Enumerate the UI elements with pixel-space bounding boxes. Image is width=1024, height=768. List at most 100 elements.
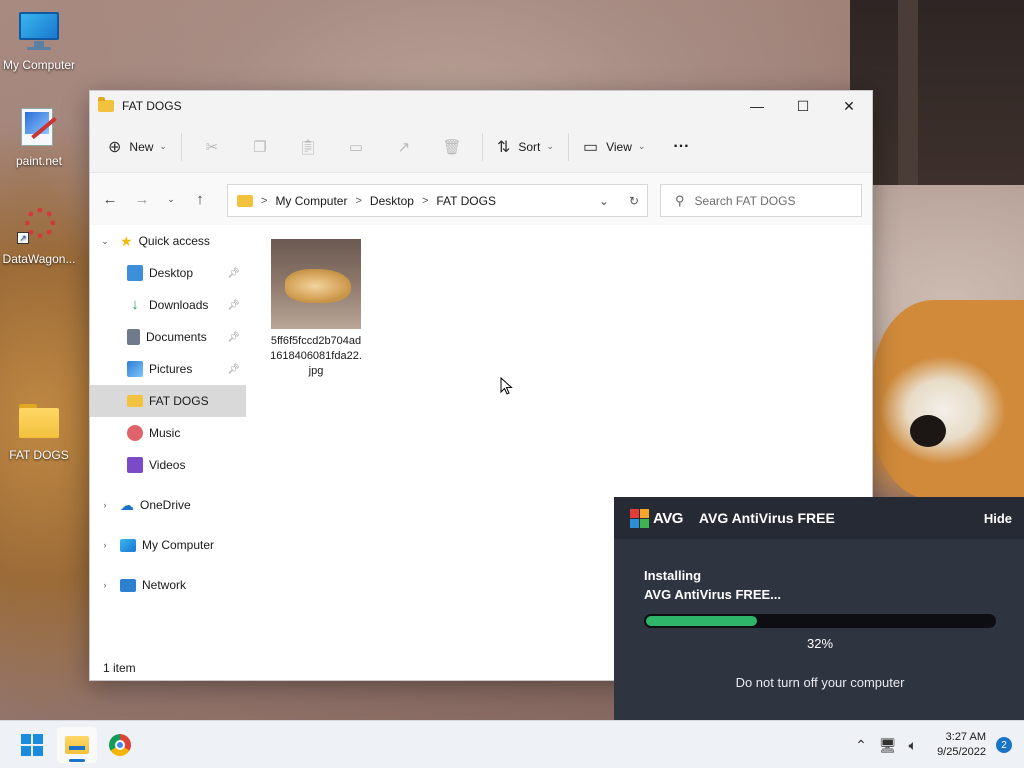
taskbar-chrome[interactable] [100, 727, 140, 763]
network-icon[interactable]: 🖥︎ [879, 737, 897, 754]
chevron-down-icon: ⌄ [159, 141, 167, 151]
chrome-icon [109, 734, 131, 756]
chevron-down-icon: ⌄ [637, 141, 646, 151]
search-box[interactable]: ⚲ Search FAT DOGS [660, 184, 862, 217]
divider [567, 132, 569, 161]
nav-item-pictures[interactable]: Pictures 📌︎ [90, 353, 246, 385]
avg-brand: AVG [653, 509, 683, 527]
nav-label: Network [142, 578, 187, 592]
recent-locations-chevron-icon[interactable]: ⌄ [158, 183, 184, 215]
cut-icon[interactable]: ✂ [188, 131, 236, 163]
image-thumbnail [271, 239, 361, 329]
breadcrumb-separator: > [421, 194, 429, 207]
nav-item-downloads[interactable]: ↓ Downloads 📌︎ [90, 289, 246, 321]
desktop-icon-paint-net[interactable]: paint.net [0, 106, 78, 168]
breadcrumb-desktop[interactable]: Desktop [370, 194, 414, 208]
refresh-icon[interactable]: ↻ [629, 194, 639, 208]
file-item[interactable]: 5ff6f5fccd2b704ad1618406081fda22.jpg [269, 239, 363, 379]
breadcrumb-my-computer[interactable]: My Computer [275, 194, 347, 208]
view-button[interactable]: ▭ View ⌄ [575, 131, 653, 163]
status-item-count: 1 item [103, 661, 136, 675]
clock[interactable]: 3:27 AM 9/25/2022 [937, 730, 986, 760]
video-icon [127, 457, 143, 473]
nav-my-computer[interactable]: › My Computer [90, 529, 246, 561]
nav-label: Quick access [138, 234, 210, 248]
progress-percent: 32% [806, 636, 834, 651]
chevron-right-icon[interactable]: › [98, 500, 112, 510]
rename-icon[interactable]: ▭ [332, 131, 380, 163]
nav-onedrive[interactable]: › ☁ OneDrive [90, 489, 246, 521]
folder-icon [17, 400, 61, 444]
paste-icon[interactable]: 📋︎ [284, 131, 332, 163]
nav-label: FAT DOGS [149, 394, 209, 408]
title-bar[interactable]: FAT DOGS — ☐ ✕ [90, 91, 872, 121]
nav-item-music[interactable]: Music [90, 417, 246, 449]
share-icon[interactable]: ↗ [380, 131, 428, 163]
address-bar[interactable]: > My Computer > Desktop > FAT DOGS ⌄ ↻ [227, 184, 648, 217]
volume-icon[interactable]: 🔈︎ [909, 737, 917, 754]
forward-arrow-icon[interactable]: → [126, 183, 158, 215]
more-options-button[interactable]: ··· [665, 131, 697, 163]
install-progress-bar [644, 614, 996, 628]
wallpaper-dog [873, 300, 1024, 500]
desktop-icon-fat-dogs[interactable]: FAT DOGS [0, 400, 78, 462]
sort-icon: ⇅ [496, 138, 511, 156]
picture-icon [127, 361, 143, 377]
chevron-right-icon[interactable]: › [98, 580, 112, 590]
file-name: 5ff6f5fccd2b704ad1618406081fda22.jpg [270, 335, 362, 377]
delete-icon[interactable]: 🗑︎ [428, 131, 476, 163]
nav-item-fat-dogs[interactable]: FAT DOGS [90, 385, 246, 417]
install-status-line2: AVG AntiVirus FREE... [644, 587, 782, 602]
start-button[interactable] [12, 727, 52, 763]
sort-button[interactable]: ⇅ Sort ⌄ [489, 131, 562, 163]
back-arrow-icon[interactable]: ← [94, 183, 126, 215]
taskbar: ⌃ 🖥︎ 🔈︎ 3:27 AM 9/25/2022 2 [0, 720, 1024, 768]
folder-icon [127, 395, 143, 407]
desktop-icon [127, 265, 143, 281]
window-title: FAT DOGS [122, 99, 182, 113]
chevron-down-icon[interactable]: ⌄ [98, 236, 112, 247]
wallpaper-dark-region [850, 0, 1024, 185]
new-button[interactable]: ⊕ New ⌄ [100, 131, 175, 163]
nav-network[interactable]: › Network [90, 569, 246, 601]
maximize-button[interactable]: ☐ [780, 91, 826, 121]
warning-text: Do not turn off your computer [735, 675, 905, 690]
nav-item-desktop[interactable]: Desktop 📌︎ [90, 257, 246, 289]
navigation-pane: ⌄ ★ Quick access Desktop 📌︎ ↓ Downloads … [90, 225, 246, 601]
avg-install-popup: AVG AVG AntiVirus FREE Hide Installing A… [614, 497, 1024, 720]
nav-item-documents[interactable]: Documents 📌︎ [90, 321, 246, 353]
pin-icon: 📌︎ [227, 299, 240, 311]
search-placeholder: Search FAT DOGS [694, 193, 796, 208]
chevron-down-icon: ⌄ [546, 141, 554, 151]
hide-button[interactable]: Hide [984, 511, 1012, 526]
minimize-button[interactable]: — [734, 91, 780, 121]
datawagon-gear-icon: ↗ [17, 204, 61, 248]
avg-logo: AVG [630, 508, 683, 528]
copy-icon[interactable]: ❐ [236, 131, 284, 163]
breadcrumb-fat-dogs[interactable]: FAT DOGS [436, 194, 496, 208]
close-button[interactable]: ✕ [826, 91, 872, 121]
new-label: New [129, 139, 154, 154]
desktop-icon-my-computer[interactable]: My Computer [0, 10, 78, 72]
chevron-right-icon[interactable]: › [98, 540, 112, 550]
address-dropdown-chevron-icon[interactable]: ⌄ [599, 194, 609, 208]
divider [481, 132, 483, 161]
progress-fill [646, 616, 758, 626]
divider [180, 132, 182, 161]
notification-badge[interactable]: 2 [996, 737, 1012, 753]
desktop-icon-datawagon[interactable]: ↗ DataWagon... [0, 204, 78, 266]
up-arrow-icon[interactable]: ↑ [184, 183, 216, 215]
thumbnail-dog [285, 269, 351, 303]
nav-label: OneDrive [140, 498, 191, 512]
more-icon: ··· [673, 137, 690, 155]
mouse-cursor-icon [500, 377, 513, 395]
view-label: View [606, 139, 632, 154]
nav-quick-access[interactable]: ⌄ ★ Quick access [90, 225, 246, 257]
taskbar-file-explorer[interactable] [57, 727, 97, 763]
monitor-icon [120, 538, 136, 552]
chevron-up-icon[interactable]: ⌃ [855, 737, 867, 754]
nav-item-videos[interactable]: Videos [90, 449, 246, 481]
pin-icon: 📌︎ [227, 363, 240, 375]
network-icon [120, 578, 136, 592]
nav-label: Downloads [149, 298, 209, 312]
